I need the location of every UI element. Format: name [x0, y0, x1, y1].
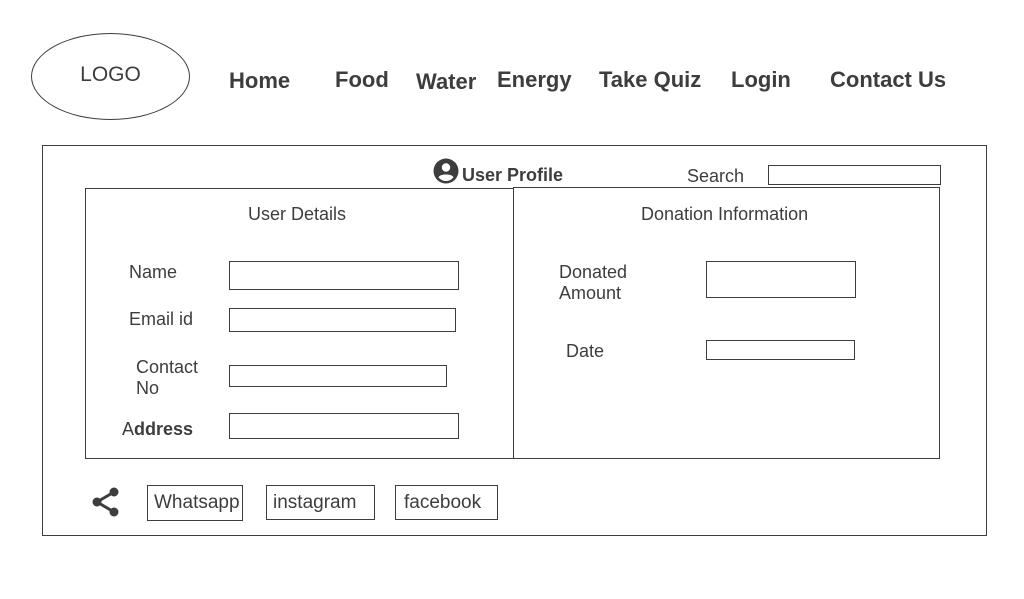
address-label-prefix: A	[122, 419, 135, 439]
facebook-share-button[interactable]: facebook	[395, 485, 498, 520]
contact-label-line-1: Contact	[136, 357, 199, 377]
nav-contact-us[interactable]: Contact Us	[830, 67, 946, 93]
date-field[interactable]	[706, 340, 855, 360]
user-details-heading: User Details	[248, 204, 347, 224]
page-title: User Profile	[462, 165, 564, 185]
nav-home[interactable]: Home	[229, 68, 290, 94]
donated-amount-label-line-2: Amount	[559, 283, 622, 303]
donated-amount-label-line-1: Donated	[559, 262, 628, 282]
nav-food[interactable]: Food	[335, 67, 389, 93]
whatsapp-share-button[interactable]: Whatsapp	[147, 485, 243, 521]
nav-water[interactable]: Water	[416, 69, 476, 95]
name-label: Name	[129, 262, 178, 282]
donation-info-heading: Donation Information	[641, 204, 809, 224]
logo-text: LOGO	[80, 62, 141, 86]
address-label-rest: ddress	[134, 419, 194, 439]
name-field[interactable]	[229, 261, 459, 290]
share-icon[interactable]	[91, 487, 121, 517]
contact-label-line-2: No	[136, 378, 160, 398]
address-label: Address	[122, 419, 193, 440]
address-field[interactable]	[229, 413, 459, 439]
donated-amount-field[interactable]	[706, 261, 856, 298]
nav-take-quiz[interactable]: Take Quiz	[599, 67, 701, 93]
user-circle-icon	[433, 158, 459, 184]
date-label: Date	[566, 341, 605, 361]
search-input[interactable]	[768, 165, 941, 185]
logo[interactable]: LOGO	[31, 33, 190, 120]
donation-info-panel	[513, 187, 940, 459]
nav-login[interactable]: Login	[731, 67, 791, 93]
contact-no-field[interactable]	[229, 365, 447, 387]
nav-energy[interactable]: Energy	[497, 67, 572, 93]
email-label: Email id	[129, 309, 194, 329]
instagram-share-button[interactable]: instagram	[266, 485, 375, 520]
email-field[interactable]	[229, 308, 456, 332]
search-label: Search	[687, 166, 745, 186]
